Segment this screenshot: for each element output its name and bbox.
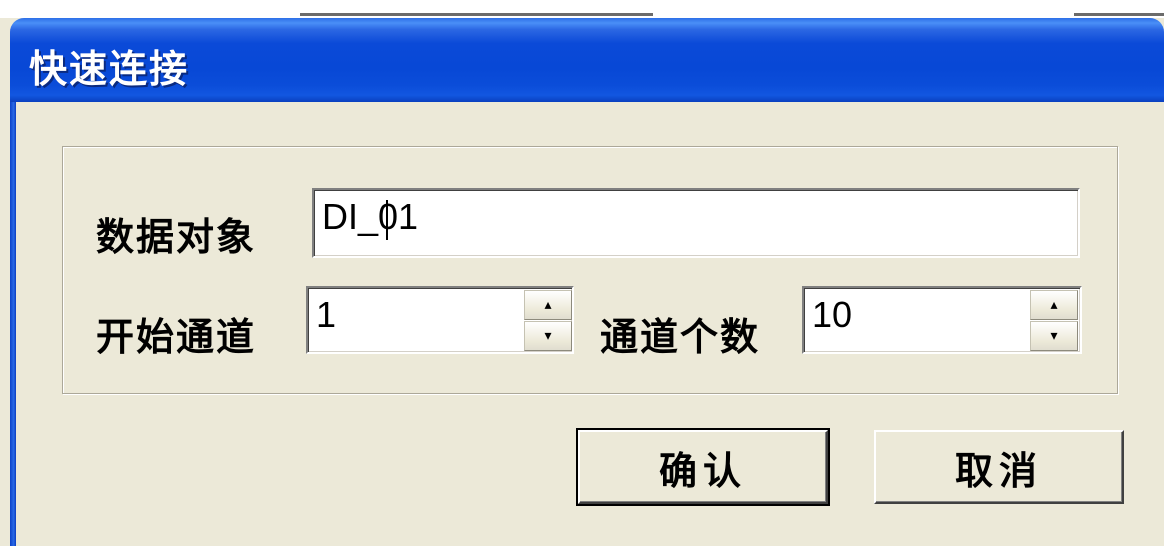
ok-button[interactable]: 确认 <box>576 428 830 506</box>
quick-connect-dialog: 快速连接 数据对象 DI_01 开始通道 1 ▴ ▾ 通道个数 10 ▴ ▾ 确… <box>10 18 1164 546</box>
background-window-fragment <box>1074 13 1164 16</box>
cancel-button-label: 取消 <box>954 448 1043 493</box>
channel-count-spin-down-button[interactable]: ▾ <box>1030 321 1078 351</box>
start-channel-value: 1 <box>316 294 337 335</box>
channel-count-input[interactable]: 10 ▴ ▾ <box>802 286 1082 354</box>
spin-down-icon: ▾ <box>544 328 552 344</box>
data-object-input[interactable]: DI_01 <box>312 188 1080 258</box>
data-object-value: DI_01 <box>322 196 419 237</box>
dialog-frame-left <box>10 102 16 546</box>
start-channel-spin-up-button[interactable]: ▴ <box>524 290 572 320</box>
channel-count-label: 通道个数 <box>600 315 761 359</box>
channel-count-value: 10 <box>812 294 853 335</box>
start-channel-spin-down-button[interactable]: ▾ <box>524 321 572 351</box>
start-channel-label: 开始通道 <box>96 315 257 359</box>
start-channel-input[interactable]: 1 ▴ ▾ <box>306 286 574 354</box>
text-caret <box>386 200 388 240</box>
cancel-button[interactable]: 取消 <box>874 430 1124 504</box>
background-window-fragment <box>300 13 490 16</box>
spin-up-icon: ▴ <box>1050 297 1058 313</box>
background-window-fragment <box>488 13 653 16</box>
ok-button-label: 确认 <box>658 448 747 493</box>
channel-count-spin-up-button[interactable]: ▴ <box>1030 290 1078 320</box>
background-window-strip <box>0 0 1164 18</box>
dialog-title-bar[interactable]: 快速连接 <box>10 18 1164 102</box>
spin-down-icon: ▾ <box>1050 328 1058 344</box>
spin-up-icon: ▴ <box>544 297 552 313</box>
data-object-label: 数据对象 <box>96 215 257 259</box>
dialog-title: 快速连接 <box>29 47 190 91</box>
